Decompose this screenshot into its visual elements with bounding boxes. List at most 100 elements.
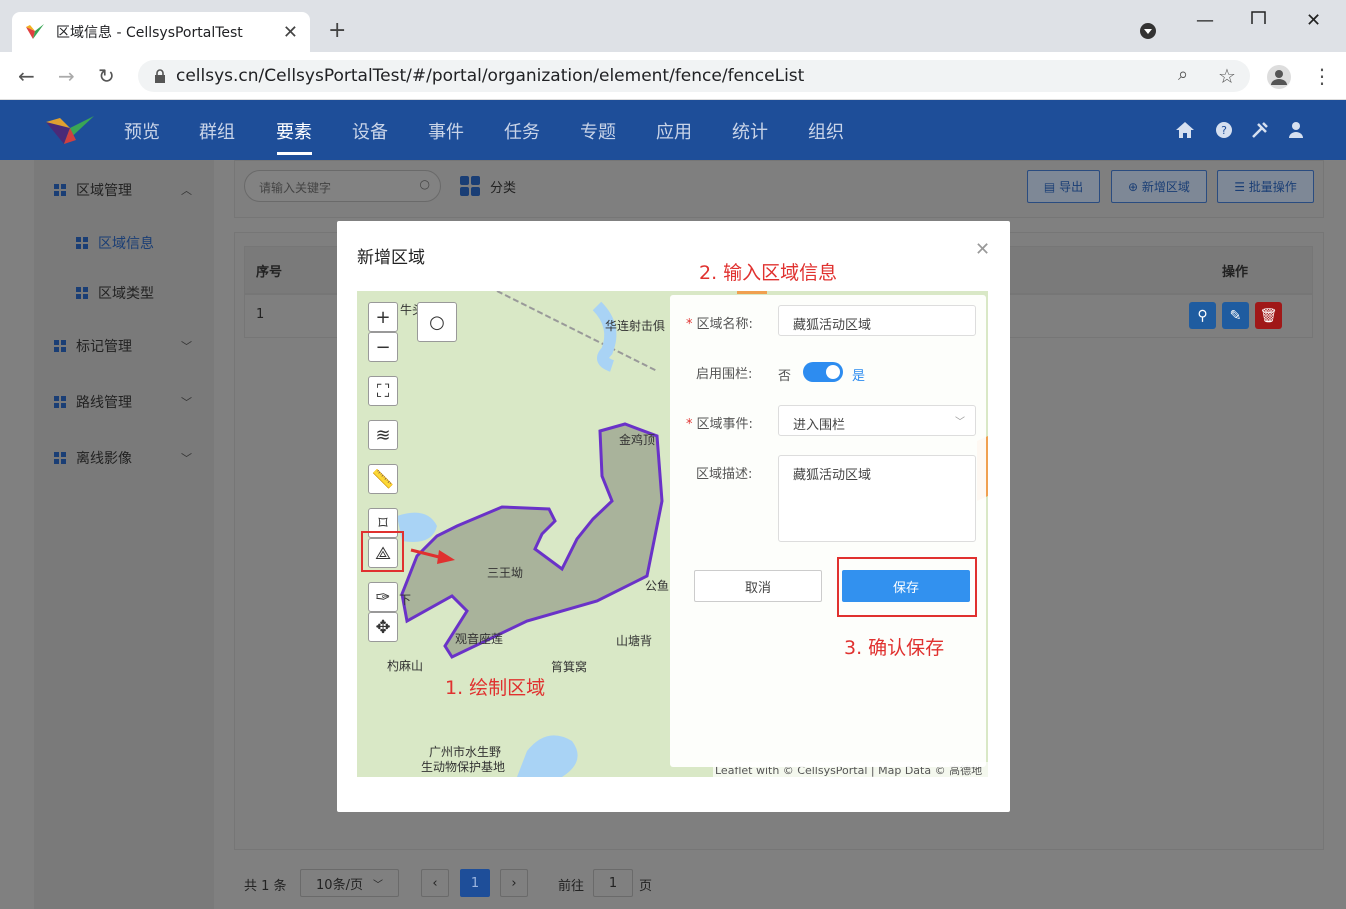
nav-item-events[interactable]: 事件 (428, 118, 464, 144)
profile-menu-icon[interactable] (1139, 22, 1157, 45)
highlight-draw-tool (361, 531, 404, 572)
back-icon[interactable]: ← (18, 64, 35, 88)
delete-button[interactable]: 🗑 (1255, 302, 1282, 329)
grid-icon (76, 237, 88, 249)
next-page-button[interactable]: › (500, 869, 528, 897)
category-button[interactable]: 分类 (460, 176, 516, 196)
category-grid-icon (460, 176, 480, 196)
search-icon[interactable]: ○ (420, 177, 430, 191)
sidebar-group-marker-management[interactable]: 标记管理 (54, 336, 132, 356)
annotation-step3: 3. 确认保存 (844, 637, 945, 659)
search-input[interactable]: 请输入关键字 ○ (244, 170, 441, 202)
nav-item-organization[interactable]: 组织 (808, 118, 844, 144)
cancel-button[interactable]: 取消 (694, 570, 822, 602)
nav-item-preview[interactable]: 预览 (124, 118, 160, 144)
area-desc-textarea[interactable]: 藏狐活动区域 (778, 455, 976, 542)
zoom-icon[interactable]: ⌕ (1178, 64, 1188, 85)
url-text: cellsys.cn/CellsysPortalTest/#/portal/or… (176, 66, 805, 86)
search-icon: ○ (429, 311, 445, 333)
page-suffix: 页 (639, 879, 653, 894)
zoom-out-button[interactable]: − (368, 332, 398, 362)
chevron-down-icon[interactable]: ﹀ (181, 450, 192, 466)
sidebar-item-area-type[interactable]: 区域类型 (76, 283, 154, 303)
list-icon: ☰ (1234, 179, 1249, 194)
tools-icon[interactable] (1250, 120, 1270, 140)
fence-toggle[interactable] (803, 362, 843, 382)
close-window-icon[interactable]: ✕ (1306, 10, 1321, 31)
area-name-label: * 区域名称: (686, 317, 753, 332)
batch-operation-button[interactable]: ☰ 批量操作 (1217, 170, 1314, 203)
page-number-current[interactable]: 1 (460, 869, 490, 897)
chevron-up-icon[interactable]: ︿ (181, 182, 192, 198)
sidebar-item-label: 区域信息 (98, 236, 154, 252)
layers-icon[interactable]: ≋ (368, 420, 398, 450)
tab-title: 区域信息 - CellsysPortalTest (56, 25, 243, 41)
edit-button[interactable]: ✎ (1222, 302, 1249, 329)
sidebar-group-area-management[interactable]: 区域管理 (54, 180, 132, 200)
goto-page-input[interactable]: 1 (593, 869, 633, 897)
new-tab-icon[interactable]: + (328, 18, 346, 43)
nav-item-devices[interactable]: 设备 (352, 118, 388, 144)
add-area-label: 新增区域 (1141, 180, 1190, 194)
ruler-icon[interactable]: 📏 (368, 464, 398, 494)
export-button[interactable]: ▤ 导出 (1027, 170, 1100, 203)
page-size-select[interactable]: 10条/页 ﹀ (300, 869, 399, 897)
menu-kebab-icon[interactable]: ⋮ (1312, 64, 1332, 88)
app-header: 预览 群组 要素 设备 事件 任务 专题 应用 统计 组织 ? (0, 100, 1346, 160)
arrow-icon (410, 548, 455, 564)
sidebar-item-area-info[interactable]: 区域信息 (76, 233, 154, 253)
sidebar-group-label: 离线影像 (76, 451, 132, 467)
nav-item-apps[interactable]: 应用 (656, 118, 692, 144)
map-search-button[interactable]: ○ (417, 302, 457, 342)
add-area-dialog: 新增区域 ✕ 2. 输入区域信息 牛头 华连射击俱 金鸡顶 三王坳 公鱼 观音座… (337, 221, 1010, 812)
svg-text:?: ? (1221, 124, 1227, 137)
move-icon[interactable]: ✥ (368, 612, 398, 642)
close-tab-icon[interactable]: ✕ (283, 22, 298, 43)
map-poi: 生动物保护基地 (421, 760, 506, 774)
add-area-button[interactable]: ⊕ 新增区域 (1111, 170, 1207, 203)
nav-item-elements[interactable]: 要素 (276, 118, 312, 144)
area-name-input[interactable]: 藏狐活动区域 (778, 305, 976, 336)
lock-icon (155, 69, 165, 83)
nav-item-tasks[interactable]: 任务 (504, 118, 540, 144)
nav-item-stats[interactable]: 统计 (732, 118, 768, 144)
help-icon[interactable]: ? (1214, 120, 1234, 140)
nav-item-groups[interactable]: 群组 (199, 118, 235, 144)
nav-item-topics[interactable]: 专题 (580, 118, 616, 144)
export-label: 导出 (1059, 180, 1084, 194)
browser-tab[interactable]: 区域信息 - CellsysPortalTest ✕ (12, 12, 310, 52)
search-placeholder: 请输入关键字 (259, 181, 332, 195)
omnibox[interactable]: cellsys.cn/CellsysPortalTest/#/portal/or… (138, 60, 1250, 92)
fullscreen-icon[interactable]: ⛶ (368, 376, 398, 406)
edit-shape-icon[interactable]: ✑ (368, 582, 398, 612)
fence-enable-label: 启用围栏: (696, 367, 753, 382)
sidebar-group-route-management[interactable]: 路线管理 (54, 392, 132, 412)
bookmark-star-icon[interactable]: ☆ (1218, 64, 1236, 88)
maximize-icon[interactable] (1251, 8, 1267, 29)
fence-on-label: 是 (852, 369, 866, 384)
close-icon[interactable]: ✕ (975, 239, 990, 260)
dialog-title: 新增区域 (357, 248, 425, 268)
area-event-value: 进入围栏 (793, 418, 846, 433)
minimize-icon[interactable]: — (1196, 10, 1214, 31)
forward-icon[interactable]: → (58, 64, 75, 88)
highlight-save-button (837, 557, 977, 617)
zoom-in-button[interactable]: + (368, 302, 398, 332)
trash-icon: 🗑 (1259, 307, 1278, 324)
chevron-down-icon[interactable]: ﹀ (181, 394, 192, 410)
prev-page-button[interactable]: ‹ (421, 869, 449, 897)
sidebar-group-offline-imagery[interactable]: 离线影像 (54, 448, 132, 468)
area-event-select[interactable]: 进入围栏 ﹀ (778, 405, 976, 436)
map-canvas[interactable]: 牛头 华连射击俱 金鸡顶 三王坳 公鱼 观音座莲 山塘背 筲箕窝 杓麻山 广州市… (357, 291, 988, 777)
total-count: 共 1 条 (244, 879, 287, 894)
category-label: 分类 (490, 180, 517, 196)
home-icon[interactable] (1175, 120, 1195, 140)
active-nav-indicator (277, 152, 312, 155)
locate-button[interactable]: ⚲ (1189, 302, 1216, 329)
chevron-down-icon[interactable]: ﹀ (181, 338, 192, 354)
map-poi: 华连射击俱 (605, 319, 666, 333)
reload-icon[interactable]: ↻ (98, 64, 115, 88)
account-icon[interactable] (1266, 64, 1292, 90)
user-icon[interactable] (1286, 120, 1306, 140)
grid-icon (54, 396, 66, 408)
